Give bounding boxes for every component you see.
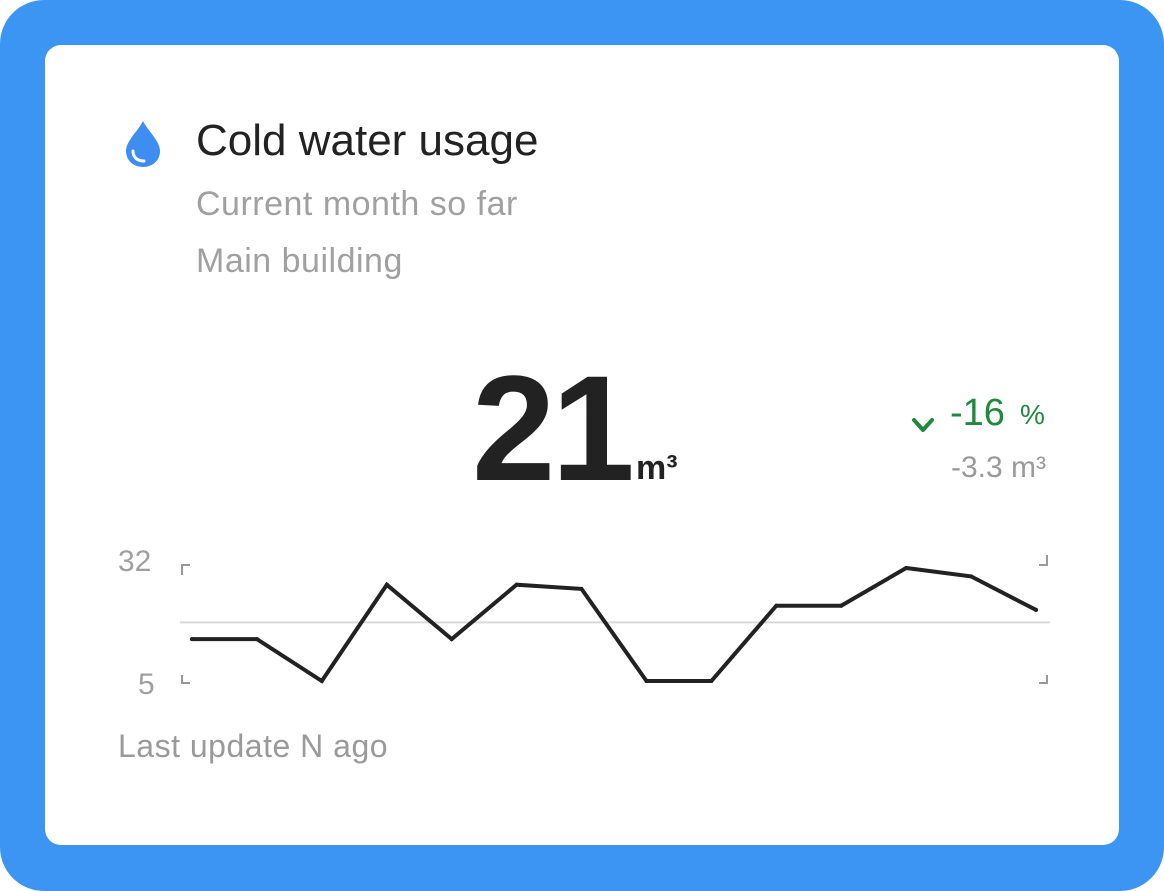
data-point	[514, 582, 519, 587]
data-point	[969, 574, 974, 579]
last-update-text: Last update N ago	[118, 728, 389, 764]
data-point	[774, 603, 779, 608]
data-point	[1034, 607, 1038, 612]
series-line	[190, 565, 1038, 684]
data-point	[190, 637, 194, 642]
chart-corner-marks	[181, 555, 1048, 684]
data-point	[644, 679, 649, 683]
data-point	[384, 582, 389, 587]
corner-mark-bottom-left	[181, 675, 190, 684]
data-point	[904, 566, 909, 570]
data-point	[319, 679, 324, 683]
corner-mark-top-left	[181, 564, 190, 575]
data-point	[839, 603, 844, 608]
corner-mark-top-right	[1039, 555, 1048, 566]
corner-mark-bottom-right	[1039, 675, 1048, 684]
data-point	[254, 637, 259, 642]
water-usage-card[interactable]: Cold water usage Current month so far Ma…	[45, 45, 1119, 845]
data-point	[579, 586, 584, 591]
sparkline-chart	[180, 555, 1050, 684]
card-frame: Cold water usage Current month so far Ma…	[0, 0, 1164, 891]
data-point	[709, 679, 714, 683]
data-point	[449, 637, 454, 642]
